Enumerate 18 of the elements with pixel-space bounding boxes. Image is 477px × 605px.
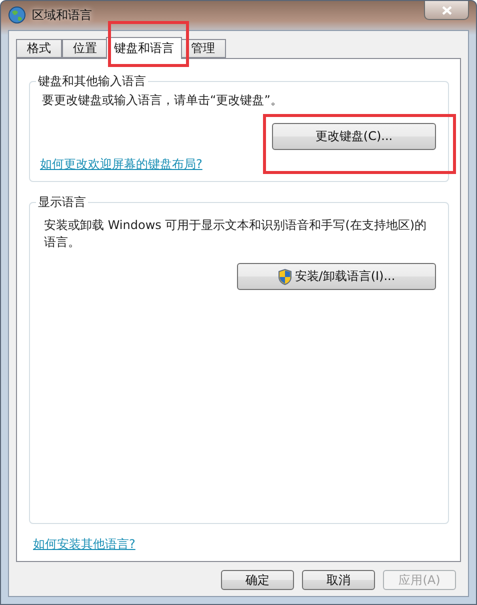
shield-icon: [278, 268, 292, 284]
group-title: 键盘和其他输入语言: [37, 73, 147, 90]
tab[interactable]: 格式: [16, 39, 62, 58]
install-language-button[interactable]: 安装/卸载语言(I)...: [237, 263, 436, 290]
window-title: 区域和语言: [32, 7, 92, 24]
tab[interactable]: 键盘和语言: [106, 37, 182, 59]
help-link[interactable]: 如何安装其他语言?: [33, 536, 136, 553]
description-text: 安装或卸载 Windows 可用于显示文本和识别语音和手写(在支持地区)的语言。: [43, 217, 428, 251]
instruction-text: 要更改键盘或输入语言，请单击“更改键盘”。: [41, 92, 284, 109]
dialog-button[interactable]: 确定: [221, 570, 294, 590]
group-title: 显示语言: [37, 194, 87, 211]
tab[interactable]: 位置: [62, 39, 108, 58]
change-keyboard-button[interactable]: 更改键盘(C)...: [272, 123, 436, 150]
dialog-button[interactable]: 取消: [302, 570, 375, 590]
close-icon: [442, 6, 452, 14]
globe-icon: [8, 6, 26, 24]
close-button[interactable]: [424, 1, 469, 20]
help-link[interactable]: 如何更改欢迎屏幕的键盘布局?: [40, 156, 202, 173]
